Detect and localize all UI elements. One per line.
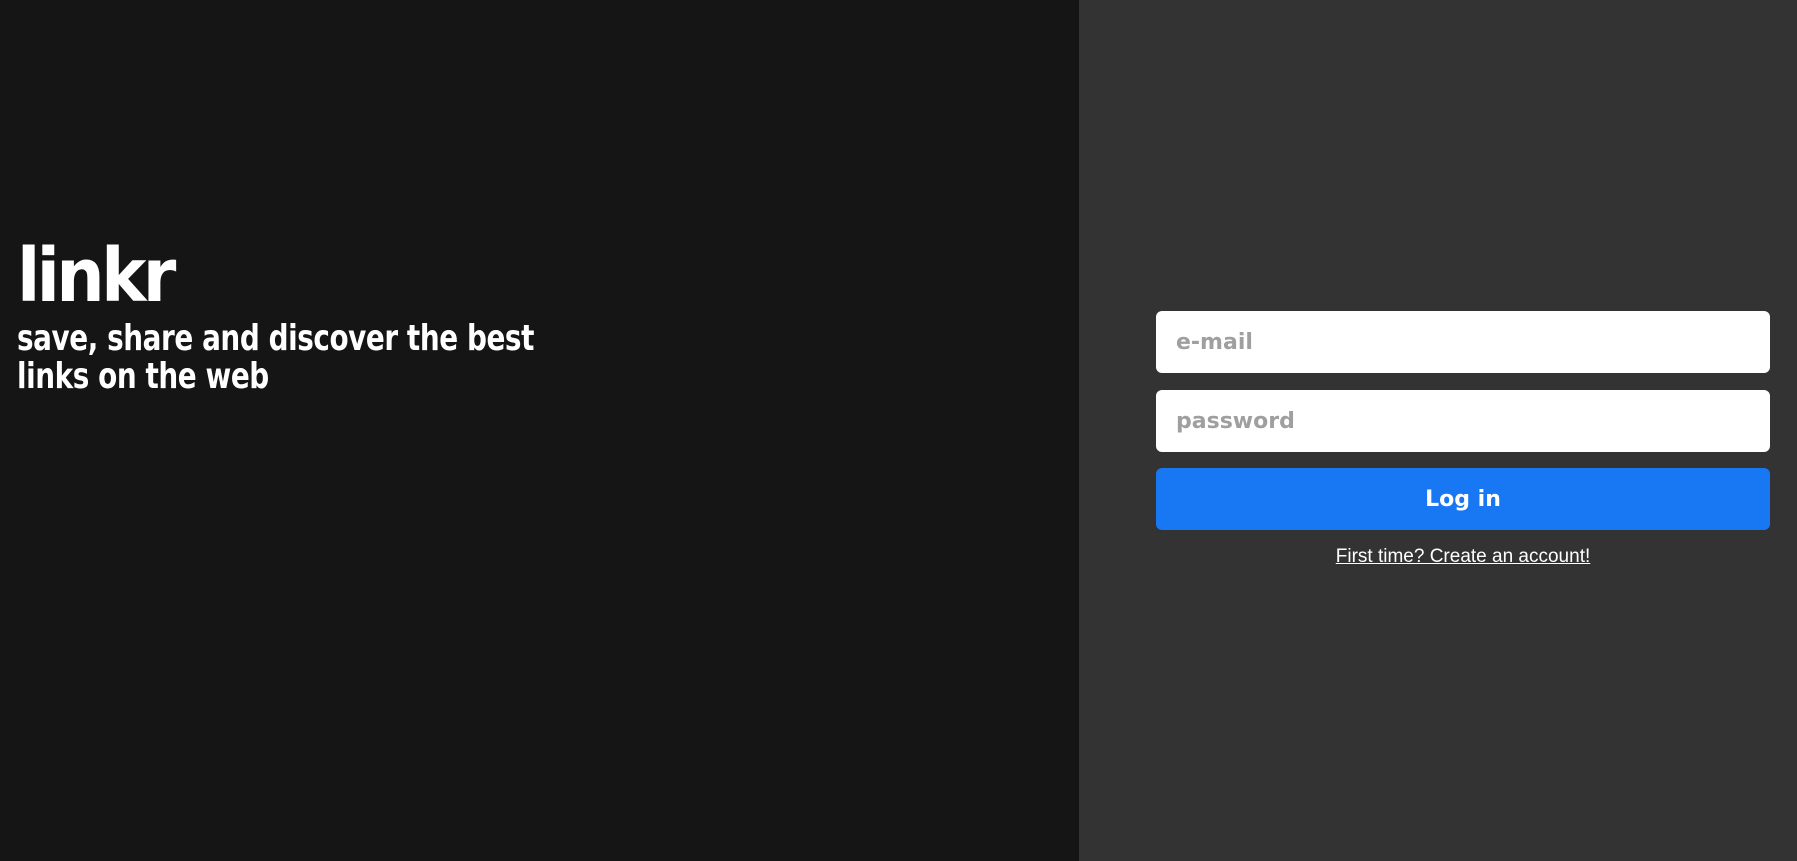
password-input[interactable] [1156,390,1770,452]
login-form: Log in First time? Create an account! [1156,311,1770,568]
login-panel: Log in First time? Create an account! [1079,0,1797,861]
app-tagline: save, share and discover the best links … [17,318,534,397]
app-logo: linkr [17,233,176,319]
create-account-link[interactable]: First time? Create an account! [1156,546,1770,568]
login-button[interactable]: Log in [1156,468,1770,530]
brand-block: linkr save, share and discover the best … [17,233,577,397]
brand-panel: linkr save, share and discover the best … [0,0,1079,861]
email-input[interactable] [1156,311,1770,373]
